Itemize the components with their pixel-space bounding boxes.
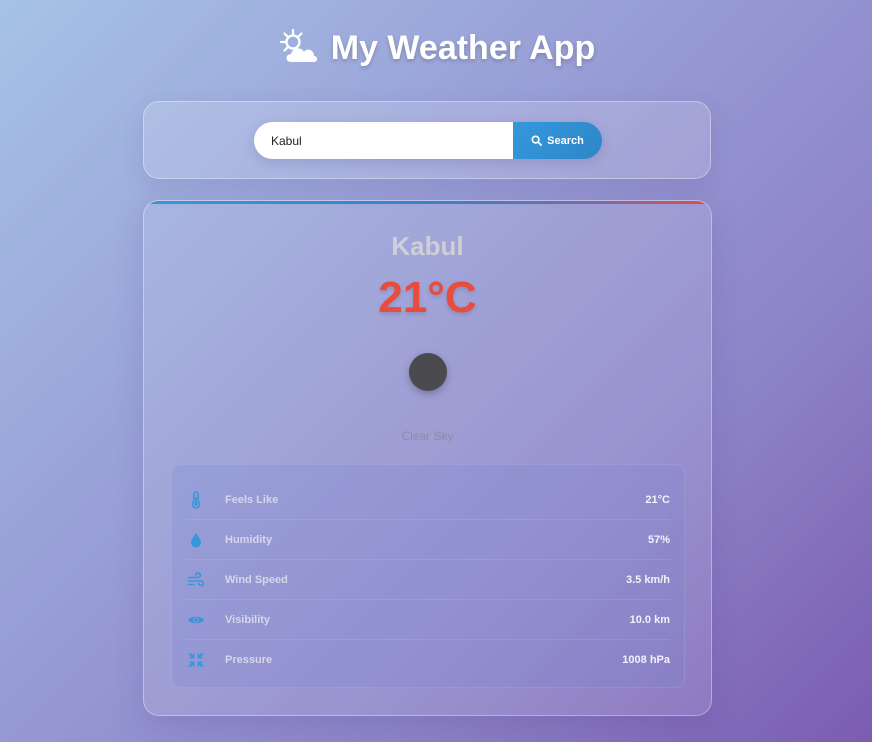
detail-value: 3.5 km/h bbox=[625, 573, 670, 586]
sun-behind-cloud-icon bbox=[277, 28, 319, 68]
detail-label: Humidity bbox=[225, 533, 273, 546]
detail-value: 57% bbox=[647, 533, 670, 546]
weather-condition-icon bbox=[409, 353, 447, 391]
search-button[interactable]: Search bbox=[513, 122, 602, 159]
temperature: 21°C bbox=[378, 273, 477, 322]
detail-row-pressure: Pressure 1008 hPa bbox=[186, 640, 670, 679]
app-header: My Weather App bbox=[0, 28, 872, 68]
thermometer-icon bbox=[186, 490, 206, 510]
detail-row-feels-like: Feels Like 21°C bbox=[186, 480, 670, 520]
detail-label: Pressure bbox=[225, 653, 273, 666]
weather-description: Clear Sky bbox=[401, 429, 454, 443]
detail-label: Feels Like bbox=[225, 493, 279, 506]
compress-arrows-icon bbox=[186, 650, 206, 670]
detail-row-wind-speed: Wind Speed 3.5 km/h bbox=[186, 560, 670, 600]
weather-card: Kabul 21°C Clear Sky Feels Like 21°C Hum… bbox=[143, 200, 712, 716]
wind-icon bbox=[186, 570, 206, 590]
app-title: My Weather App bbox=[330, 28, 596, 67]
city-search-input[interactable] bbox=[254, 122, 513, 159]
detail-value: 21°C bbox=[645, 493, 670, 506]
eye-icon bbox=[186, 610, 206, 630]
search-card: Search bbox=[143, 101, 711, 179]
detail-label: Wind Speed bbox=[225, 573, 288, 586]
detail-label: Visibility bbox=[225, 613, 271, 626]
detail-row-visibility: Visibility 10.0 km bbox=[186, 600, 670, 640]
city-name: Kabul bbox=[391, 231, 464, 261]
search-icon bbox=[531, 135, 543, 146]
water-drop-icon bbox=[186, 530, 206, 550]
detail-row-humidity: Humidity 57% bbox=[186, 520, 670, 560]
card-accent-bar bbox=[144, 201, 711, 204]
weather-details: Feels Like 21°C Humidity 57% Wind Speed … bbox=[171, 464, 685, 688]
search-button-label: Search bbox=[547, 134, 584, 147]
detail-value: 1008 hPa bbox=[622, 653, 670, 666]
search-bar: Search bbox=[254, 122, 602, 159]
detail-value: 10.0 km bbox=[629, 613, 670, 626]
